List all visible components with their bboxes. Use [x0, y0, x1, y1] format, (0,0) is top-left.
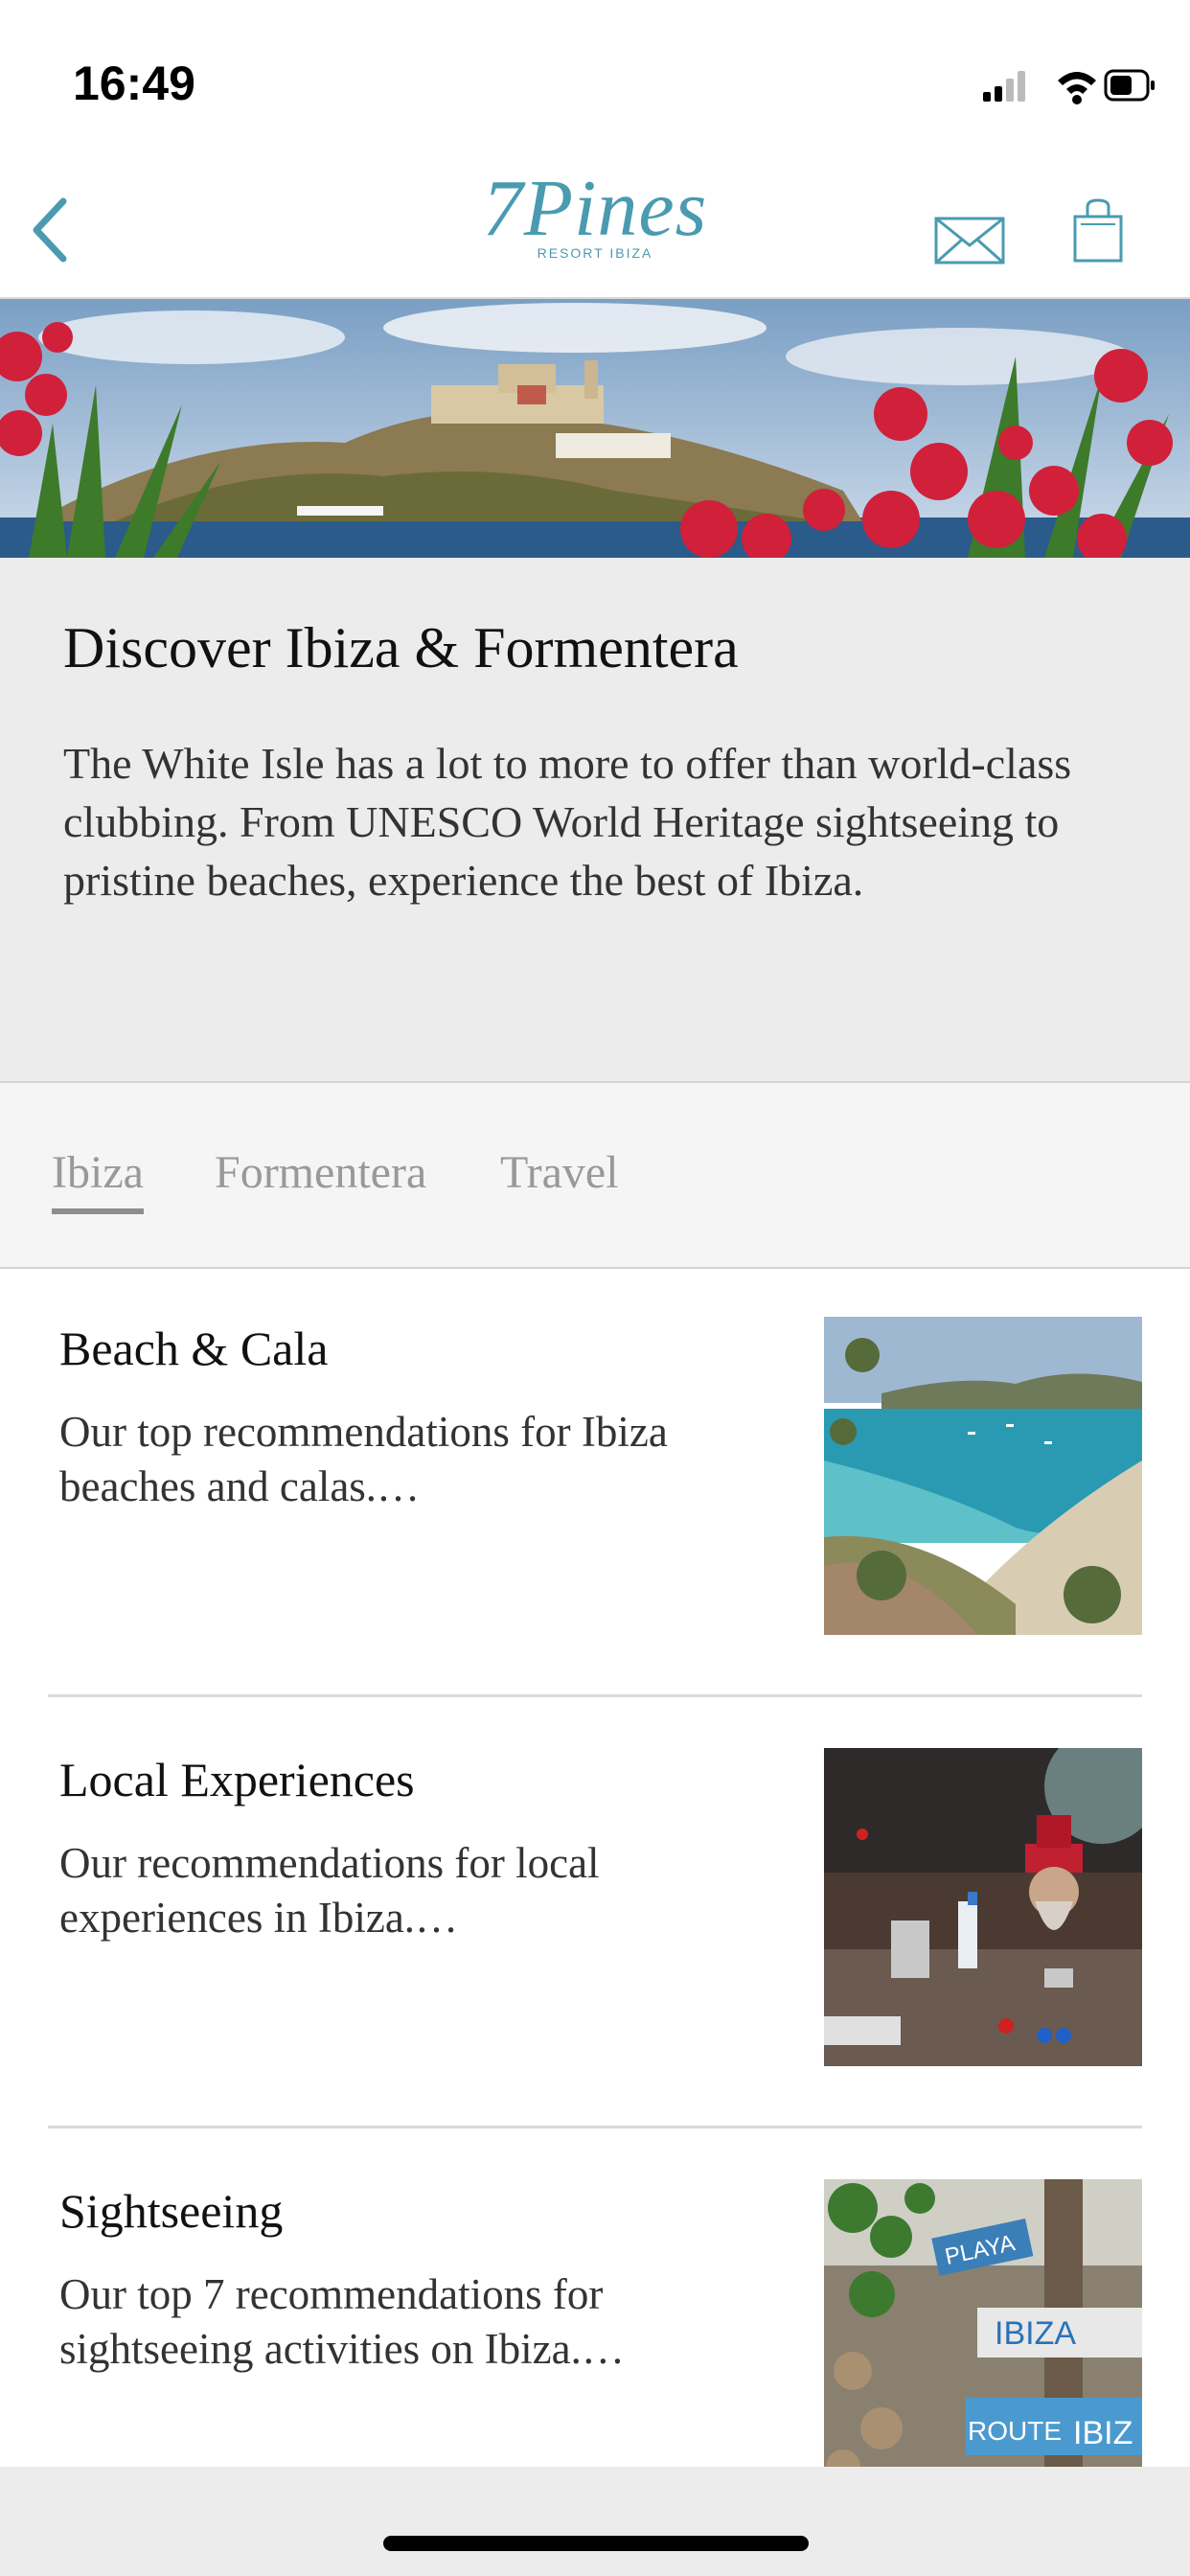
tab-ibiza[interactable]: Ibiza: [52, 1146, 144, 1214]
sign-ibiza-text: IBIZA: [995, 2315, 1076, 2352]
resort-logo: 7Pines RESORT IBIZA: [482, 164, 708, 262]
sightseeing-thumbnail: PLAYA IBIZA ROUTE IBIZ: [824, 2179, 1142, 2497]
battery-icon: [1104, 69, 1155, 102]
shopping-bag-icon[interactable]: [1071, 197, 1125, 264]
nav-bar: 7Pines RESORT IBIZA: [0, 163, 1190, 299]
hero-illustration: [0, 299, 1190, 558]
item-title: Sightseeing: [59, 2184, 284, 2238]
list-item-local-experiences[interactable]: Local Experiences Our recommendations fo…: [0, 1700, 1190, 2131]
list-divider: [48, 2126, 1142, 2128]
item-description: Our recommendations for local experience…: [59, 1839, 600, 1942]
sign-ibiz-text: IBIZ: [1073, 2415, 1133, 2451]
item-description: Our top recommendations for Ibiza beache…: [59, 1408, 668, 1510]
item-description: Our top 7 recommendations for sightseein…: [59, 2270, 625, 2373]
back-chevron-icon[interactable]: [19, 192, 77, 268]
intro-section: Discover Ibiza & Formentera The White Is…: [0, 558, 1190, 1083]
tab-travel[interactable]: Travel: [500, 1146, 619, 1208]
status-bar: 16:49: [0, 0, 1190, 163]
item-title: Local Experiences: [59, 1753, 415, 1806]
home-indicator[interactable]: [383, 2536, 809, 2551]
hero-image: [0, 299, 1190, 558]
sign-route-text: ROUTE: [968, 2416, 1062, 2446]
mail-icon[interactable]: [933, 213, 1006, 266]
intro-title: Discover Ibiza & Formentera: [63, 616, 739, 679]
intro-description: The White Isle has a lot to more to offe…: [63, 739, 1072, 905]
list-item-beach-cala[interactable]: Beach & Cala Our top recommendations for…: [0, 1269, 1190, 1700]
cellular-signal-icon: [983, 71, 1025, 102]
local-experiences-thumbnail: [824, 1748, 1142, 2066]
list-divider: [48, 1694, 1142, 1697]
tab-formentera[interactable]: Formentera: [215, 1146, 426, 1208]
beach-thumbnail: [824, 1317, 1142, 1635]
logo-wordmark: 7Pines: [482, 164, 708, 253]
home-indicator-area: [0, 2467, 1190, 2576]
category-tabs: Ibiza Formentera Travel: [0, 1083, 1190, 1269]
wifi-icon: [1058, 72, 1096, 104]
status-icons: [983, 69, 1155, 104]
status-time: 16:49: [73, 57, 195, 110]
item-title: Beach & Cala: [59, 1322, 329, 1375]
